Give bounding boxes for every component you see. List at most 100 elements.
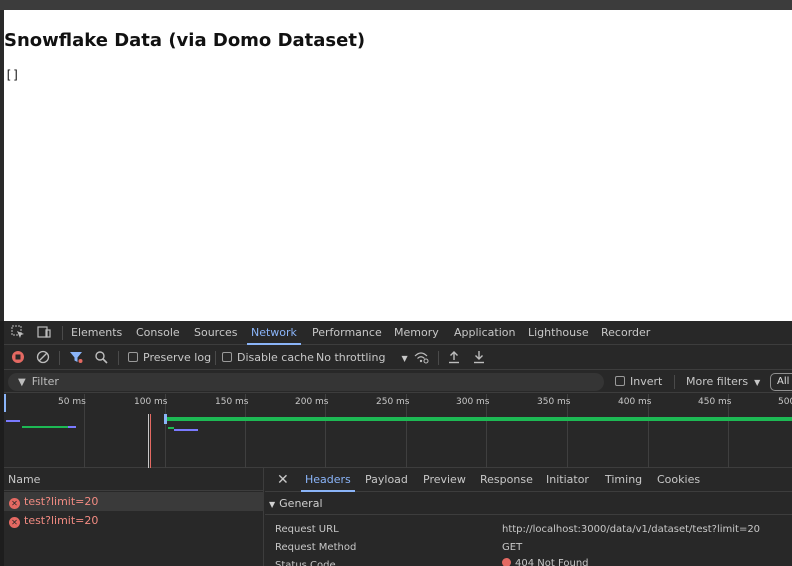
filter-bar: ▼ Filter Invert More filters ▼ All [4,371,792,393]
more-filters-dropdown[interactable]: More filters ▼ [686,371,760,393]
details-tabbar: ✕ Headers Payload Preview Response Initi… [265,468,792,492]
request-url-value: http://localhost:3000/data/v1/dataset/te… [502,524,761,535]
tab-payload[interactable]: Payload [365,468,408,492]
general-section-header[interactable]: ▼ General [265,493,792,515]
tick-label: 450 ms [698,397,732,407]
separator [674,375,675,389]
tick-label: 100 ms [134,397,168,407]
tab-recorder[interactable]: Recorder [601,321,650,345]
overview-window-handle[interactable] [4,394,6,412]
search-icon[interactable] [93,350,109,366]
tick-label: 250 ms [376,397,410,407]
dom-content-loaded-marker [148,414,149,468]
close-icon[interactable]: ✕ [277,468,289,492]
export-har-icon[interactable] [471,350,487,366]
devtools-tabbar: Elements Console Sources Network Perform… [4,321,792,345]
page-viewport: Snowflake Data (via Domo Dataset) [] [0,10,792,321]
status-code-key: Status Code [275,560,336,566]
tab-timing[interactable]: Timing [605,468,642,492]
request-url-key: Request URL [275,524,339,535]
error-icon: ✕ [9,498,20,509]
overview-request-bar [22,426,68,428]
request-name: test?limit=20 [24,495,99,508]
tab-elements[interactable]: Elements [71,321,122,345]
separator [118,351,119,365]
request-list: Name ✕ test?limit=20 ✕ test?limit=20 [4,468,264,566]
throttling-value: No throttling [316,351,386,364]
checkbox-icon [615,376,625,386]
tab-performance[interactable]: Performance [312,321,382,345]
tick-label: 200 ms [295,397,329,407]
status-error-icon [502,558,511,566]
preserve-log-label: Preserve log [143,351,212,364]
network-toolbar: Preserve log Disable cache No throttling… [4,346,792,370]
devtools-panel: Elements Console Sources Network Perform… [0,321,792,566]
overview-request-bar [164,414,167,424]
overview-request-bar [164,417,792,421]
tab-lighthouse[interactable]: Lighthouse [528,321,589,345]
disable-cache-label: Disable cache [237,351,314,364]
tick-label: 50 ms [58,397,86,407]
tab-initiator[interactable]: Initiator [546,468,589,492]
separator [438,351,439,365]
stop-recording-icon[interactable] [10,350,26,366]
preserve-log-checkbox[interactable]: Preserve log [128,346,211,370]
request-row[interactable]: ✕ test?limit=20 [4,511,264,530]
chevron-down-icon: ▼ [401,354,408,363]
browser-top-strip [0,0,792,10]
name-column-header[interactable]: Name [4,468,264,491]
tab-sources[interactable]: Sources [194,321,238,345]
tick-label: 300 ms [456,397,490,407]
checkbox-icon [222,352,232,362]
invert-label: Invert [630,375,663,388]
resource-type-all-button[interactable]: All [770,373,792,391]
filter-funnel-icon[interactable] [68,350,84,366]
inspect-element-icon[interactable] [10,325,26,341]
status-code-value: 404 Not Found [502,558,589,566]
separator [215,351,216,365]
tab-network[interactable]: Network [247,321,301,345]
tab-application[interactable]: Application [454,321,515,345]
tick-label: 150 ms [215,397,249,407]
request-row[interactable]: ✕ test?limit=20 [4,492,264,511]
more-filters-label: More filters [686,375,749,388]
load-event-marker [150,414,151,468]
tab-cookies[interactable]: Cookies [657,468,700,492]
overview-request-bar [174,429,198,431]
overview-request-bar [6,420,20,422]
tab-headers[interactable]: Headers [301,468,355,492]
filter-input[interactable]: ▼ Filter [8,373,604,391]
tab-console[interactable]: Console [136,321,180,345]
invert-checkbox[interactable]: Invert [615,371,662,393]
tick-label: 500 [778,397,792,407]
clear-icon[interactable] [35,350,51,366]
disable-cache-checkbox[interactable]: Disable cache [222,346,314,370]
tick-label: 350 ms [537,397,571,407]
chevron-down-icon: ▼ [754,378,761,387]
error-icon: ✕ [9,517,20,528]
filter-placeholder: Filter [31,375,59,388]
funnel-icon: ▼ [18,377,26,388]
tab-memory[interactable]: Memory [394,321,439,345]
network-conditions-icon[interactable] [413,350,429,366]
page-title: Snowflake Data (via Domo Dataset) [4,30,366,51]
request-name: test?limit=20 [24,514,99,527]
tab-response[interactable]: Response [480,468,533,492]
screen: Snowflake Data (via Domo Dataset) [] Ele… [0,0,792,566]
section-title: General [279,497,323,510]
tab-preview[interactable]: Preview [423,468,466,492]
tick-label: 400 ms [618,397,652,407]
throttling-select[interactable]: No throttling ▼ [316,346,408,370]
triangle-down-icon: ▼ [269,500,276,509]
checkbox-icon [128,352,138,362]
request-method-value: GET [502,542,523,553]
network-overview-timeline[interactable]: 50 ms 100 ms 150 ms 200 ms 250 ms 300 ms… [4,394,792,468]
device-toolbar-icon[interactable] [36,325,52,341]
overview-request-bar [68,426,76,428]
status-code-text: 404 Not Found [515,558,589,566]
separator [59,351,60,365]
request-details: ✕ Headers Payload Preview Response Initi… [265,468,792,566]
page-json-output: [] [5,68,20,82]
import-har-icon[interactable] [446,350,462,366]
separator [62,326,63,340]
